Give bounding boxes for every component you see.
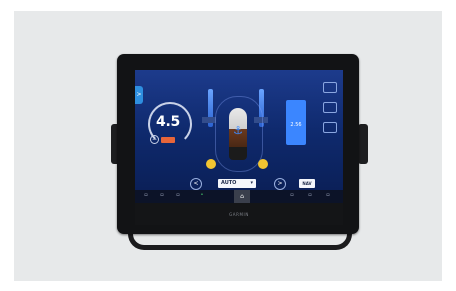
thruster-label-left	[202, 117, 216, 123]
depth-value: 2.56	[290, 122, 302, 128]
side-button-3[interactable]	[323, 122, 337, 133]
side-menu-tab[interactable]: >	[135, 86, 143, 104]
toolbar-item-3[interactable]: ▫	[171, 192, 185, 198]
toolbar-item-5[interactable]: ▫	[285, 192, 299, 198]
nav-button[interactable]: NAV	[299, 179, 315, 188]
mode-value: AUTO	[221, 180, 237, 186]
bracket-knob-right	[358, 124, 368, 164]
speed-readout: 4.5	[156, 114, 180, 130]
propeller-left-icon	[206, 159, 216, 169]
toolbar-item-1[interactable]: ▫	[139, 192, 153, 198]
toolbar-item-4[interactable]: •	[195, 192, 209, 198]
anchor-icon: ⚓	[233, 124, 243, 137]
brand-logo: GARMIN	[229, 212, 249, 217]
side-button-2[interactable]	[323, 102, 337, 113]
home-icon[interactable]: ⌂	[234, 190, 250, 203]
speed-control-badge[interactable]	[161, 137, 175, 143]
chevron-down-icon: ▾	[250, 180, 253, 186]
product-photo: > 4.5 − ⚓ 2.56 < AUTO ▾ > NAV ▫ ▫ ▫ • ⌂ …	[0, 0, 456, 291]
chevron-right-icon[interactable]: >	[274, 178, 286, 190]
toolbar-item-7[interactable]: ▫	[321, 192, 335, 198]
toolbar-item-2[interactable]: ▫	[155, 192, 169, 198]
side-button-1[interactable]	[323, 82, 337, 93]
decrease-speed-button[interactable]: −	[150, 135, 159, 144]
mode-select[interactable]: AUTO ▾	[218, 179, 256, 188]
depth-tile[interactable]: 2.56	[286, 100, 306, 145]
propeller-right-icon	[258, 159, 268, 169]
chevron-left-icon[interactable]: <	[190, 178, 202, 190]
toolbar-item-6[interactable]: ▫	[303, 192, 317, 198]
